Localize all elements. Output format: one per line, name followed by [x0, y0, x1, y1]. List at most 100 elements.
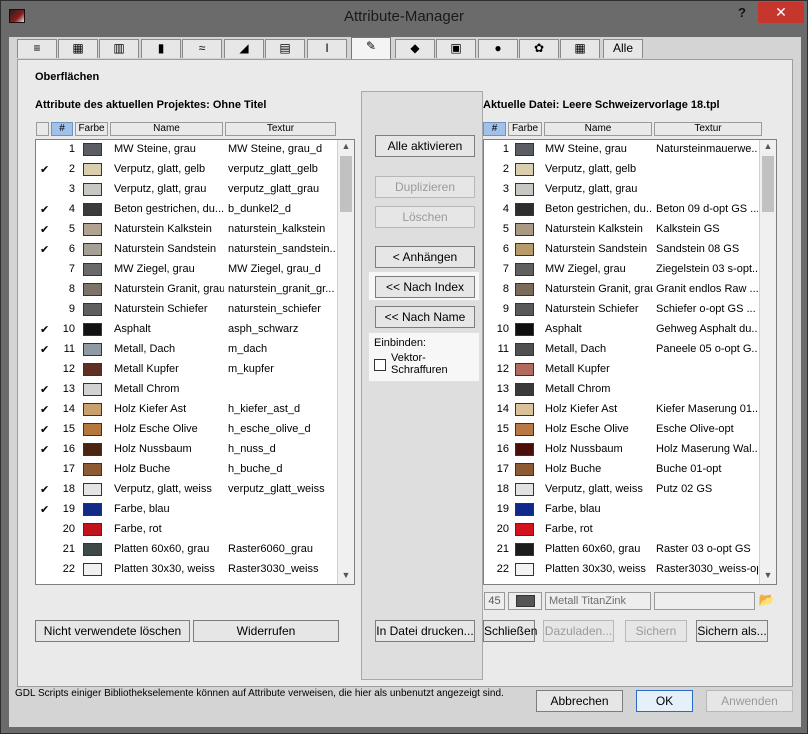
- tab-layers[interactable]: ◆: [395, 39, 435, 58]
- right-scrollbar[interactable]: ▲ ▼: [759, 140, 776, 584]
- scroll-thumb[interactable]: [340, 156, 352, 212]
- cancel-button[interactable]: Abbrechen: [536, 690, 623, 712]
- tab-operation-profiles[interactable]: I: [307, 39, 347, 58]
- table-row[interactable]: 13 Metall Chrom: [484, 380, 776, 400]
- table-row[interactable]: 1 MW Steine, grau MW Steine, grau_d: [36, 140, 354, 160]
- left-col-color[interactable]: Farbe: [75, 122, 108, 136]
- close-icon[interactable]: ✕: [758, 2, 804, 23]
- table-row[interactable]: 5 Naturstein Kalkstein Kalkstein GS: [484, 220, 776, 240]
- table-row[interactable]: 8 Naturstein Granit, grau naturstein_grani…: [36, 280, 354, 300]
- table-row[interactable]: 20 Farbe, rot: [36, 520, 354, 540]
- row-checkmark[interactable]: ✔: [40, 243, 52, 256]
- help-button[interactable]: ?: [734, 5, 750, 23]
- ok-button[interactable]: OK: [636, 690, 693, 712]
- tab-fills[interactable]: ▦: [58, 39, 98, 58]
- append-button[interactable]: < Anhängen: [375, 246, 475, 268]
- print-to-file-button[interactable]: In Datei drucken...: [375, 620, 475, 642]
- row-checkmark[interactable]: ✔: [40, 163, 52, 176]
- tab-markup-styles[interactable]: ✿: [519, 39, 559, 58]
- scroll-thumb[interactable]: [762, 156, 774, 212]
- close-file-button[interactable]: Schließen: [483, 620, 537, 642]
- table-row[interactable]: 18 Verputz, glatt, weiss Putz 02 GS: [484, 480, 776, 500]
- edit-color-field[interactable]: [508, 592, 542, 610]
- folder-icon[interactable]: 📂: [758, 592, 776, 610]
- row-checkmark[interactable]: ✔: [40, 483, 52, 496]
- table-row[interactable]: 21 Platten 60x60, grau Raster6060_grau: [36, 540, 354, 560]
- table-row[interactable]: 9 Naturstein Schiefer naturstein_schiefer: [36, 300, 354, 320]
- right-col-color[interactable]: Farbe: [508, 122, 542, 136]
- row-checkmark[interactable]: ✔: [40, 443, 52, 456]
- edit-index-field[interactable]: 45: [484, 592, 505, 610]
- vector-hatch-checkbox[interactable]: [374, 359, 386, 371]
- save-button[interactable]: Sichern: [625, 620, 687, 642]
- row-checkmark[interactable]: ✔: [40, 323, 52, 336]
- row-checkmark[interactable]: ✔: [40, 343, 52, 356]
- load-button[interactable]: Dazuladen...: [543, 620, 614, 642]
- left-col-num[interactable]: #: [51, 122, 73, 136]
- by-index-button[interactable]: << Nach Index: [375, 276, 475, 298]
- right-col-name[interactable]: Name: [544, 122, 652, 136]
- table-row[interactable]: 4 Beton gestrichen, du... Beton 09 d-opt G…: [484, 200, 776, 220]
- table-row[interactable]: 14 Holz Kiefer Ast Kiefer Maserung 01...: [484, 400, 776, 420]
- delete-button[interactable]: Löschen: [375, 206, 475, 228]
- row-checkmark[interactable]: ✔: [40, 423, 52, 436]
- undo-button[interactable]: Widerrufen: [193, 620, 339, 642]
- row-checkmark[interactable]: ✔: [40, 203, 52, 216]
- table-row[interactable]: ✔ 11 Metall, Dach m_dach: [36, 340, 354, 360]
- scroll-up-icon[interactable]: ▲: [338, 141, 354, 155]
- left-attribute-list[interactable]: 22 Platten 30x30, weiss Raster3030_weiss 21…: [35, 139, 355, 585]
- activate-all-button[interactable]: Alle aktivieren: [375, 135, 475, 157]
- table-row[interactable]: ✔ 5 Naturstein Kalkstein naturstein_kalkste…: [36, 220, 354, 240]
- table-row[interactable]: 11 Metall, Dach Paneele 05 o-opt G...: [484, 340, 776, 360]
- table-row[interactable]: ✔ 13 Metall Chrom: [36, 380, 354, 400]
- right-col-num[interactable]: #: [483, 122, 506, 136]
- table-row[interactable]: 8 Naturstein Granit, grau Granit endlos Ra…: [484, 280, 776, 300]
- table-row[interactable]: 6 Naturstein Sandstein Sandstein 08 GS: [484, 240, 776, 260]
- table-row[interactable]: 12 Metall Kupfer: [484, 360, 776, 380]
- by-name-button[interactable]: << Nach Name: [375, 306, 475, 328]
- tab-composites[interactable]: ≈: [182, 39, 222, 58]
- left-col-name[interactable]: Name: [110, 122, 223, 136]
- table-row[interactable]: 16 Holz Nussbaum Holz Maserung Wal...: [484, 440, 776, 460]
- tab-model-view-options[interactable]: ●: [478, 39, 518, 58]
- table-row[interactable]: 19 Farbe, blau: [484, 500, 776, 520]
- table-row[interactable]: ✔ 2 Verputz, glatt, gelb verputz_glatt_gelb: [36, 160, 354, 180]
- row-checkmark[interactable]: ✔: [40, 383, 52, 396]
- table-row[interactable]: ✔ 19 Farbe, blau: [36, 500, 354, 520]
- row-checkmark[interactable]: ✔: [40, 503, 52, 516]
- left-col-texture[interactable]: Textur: [225, 122, 336, 136]
- tab-mep-systems[interactable]: ▦: [560, 39, 600, 58]
- table-row[interactable]: ✔ 10 Asphalt asph_schwarz: [36, 320, 354, 340]
- scroll-down-icon[interactable]: ▼: [760, 570, 776, 584]
- table-row[interactable]: ✔ 18 Verputz, glatt, weiss verputz_glatt_we…: [36, 480, 354, 500]
- table-row[interactable]: ✔ 15 Holz Esche Olive h_esche_olive_d: [36, 420, 354, 440]
- table-row[interactable]: 3 Verputz, glatt, grau verputz_glatt_grau: [36, 180, 354, 200]
- row-checkmark[interactable]: ✔: [40, 403, 52, 416]
- table-row[interactable]: ✔ 16 Holz Nussbaum h_nuss_d: [36, 440, 354, 460]
- table-row[interactable]: 9 Naturstein Schiefer Schiefer o-opt GS ..…: [484, 300, 776, 320]
- left-col-check[interactable]: [36, 122, 49, 136]
- tab-all[interactable]: Alle: [603, 39, 643, 58]
- scroll-up-icon[interactable]: ▲: [760, 141, 776, 155]
- tab-line-types[interactable]: ▥: [99, 39, 139, 58]
- table-row[interactable]: 10 Asphalt Gehweg Asphalt du...: [484, 320, 776, 340]
- table-row[interactable]: 17 Holz Buche h_buche_d: [36, 460, 354, 480]
- right-col-texture[interactable]: Textur: [654, 122, 762, 136]
- tab-profiles[interactable]: ◢: [224, 39, 264, 58]
- tab-pens[interactable]: ≡: [17, 39, 57, 58]
- left-scrollbar[interactable]: ▲ ▼: [337, 140, 354, 584]
- table-row[interactable]: ✔ 14 Holz Kiefer Ast h_kiefer_ast_d: [36, 400, 354, 420]
- table-row[interactable]: 1 MW Steine, grau Natursteinmauerwe...: [484, 140, 776, 160]
- table-row[interactable]: 12 Metall Kupfer m_kupfer: [36, 360, 354, 380]
- table-row[interactable]: 2 Verputz, glatt, gelb: [484, 160, 776, 180]
- table-row[interactable]: ✔ 6 Naturstein Sandstein naturstein_sandste…: [36, 240, 354, 260]
- table-row[interactable]: 3 Verputz, glatt, grau: [484, 180, 776, 200]
- table-row[interactable]: 20 Farbe, rot: [484, 520, 776, 540]
- table-row[interactable]: 22 Platten 30x30, weiss Raster3030_weiss-o…: [484, 560, 776, 580]
- table-row[interactable]: 21 Platten 60x60, grau Raster 03 o-opt GS: [484, 540, 776, 560]
- edit-name-field[interactable]: Metall TitanZink: [545, 592, 651, 610]
- delete-unused-button[interactable]: Nicht verwendete löschen: [35, 620, 190, 642]
- tab-building-materials[interactable]: ▮: [141, 39, 181, 58]
- table-row[interactable]: ✔ 4 Beton gestrichen, du... b_dunkel2_d: [36, 200, 354, 220]
- row-checkmark[interactable]: ✔: [40, 223, 52, 236]
